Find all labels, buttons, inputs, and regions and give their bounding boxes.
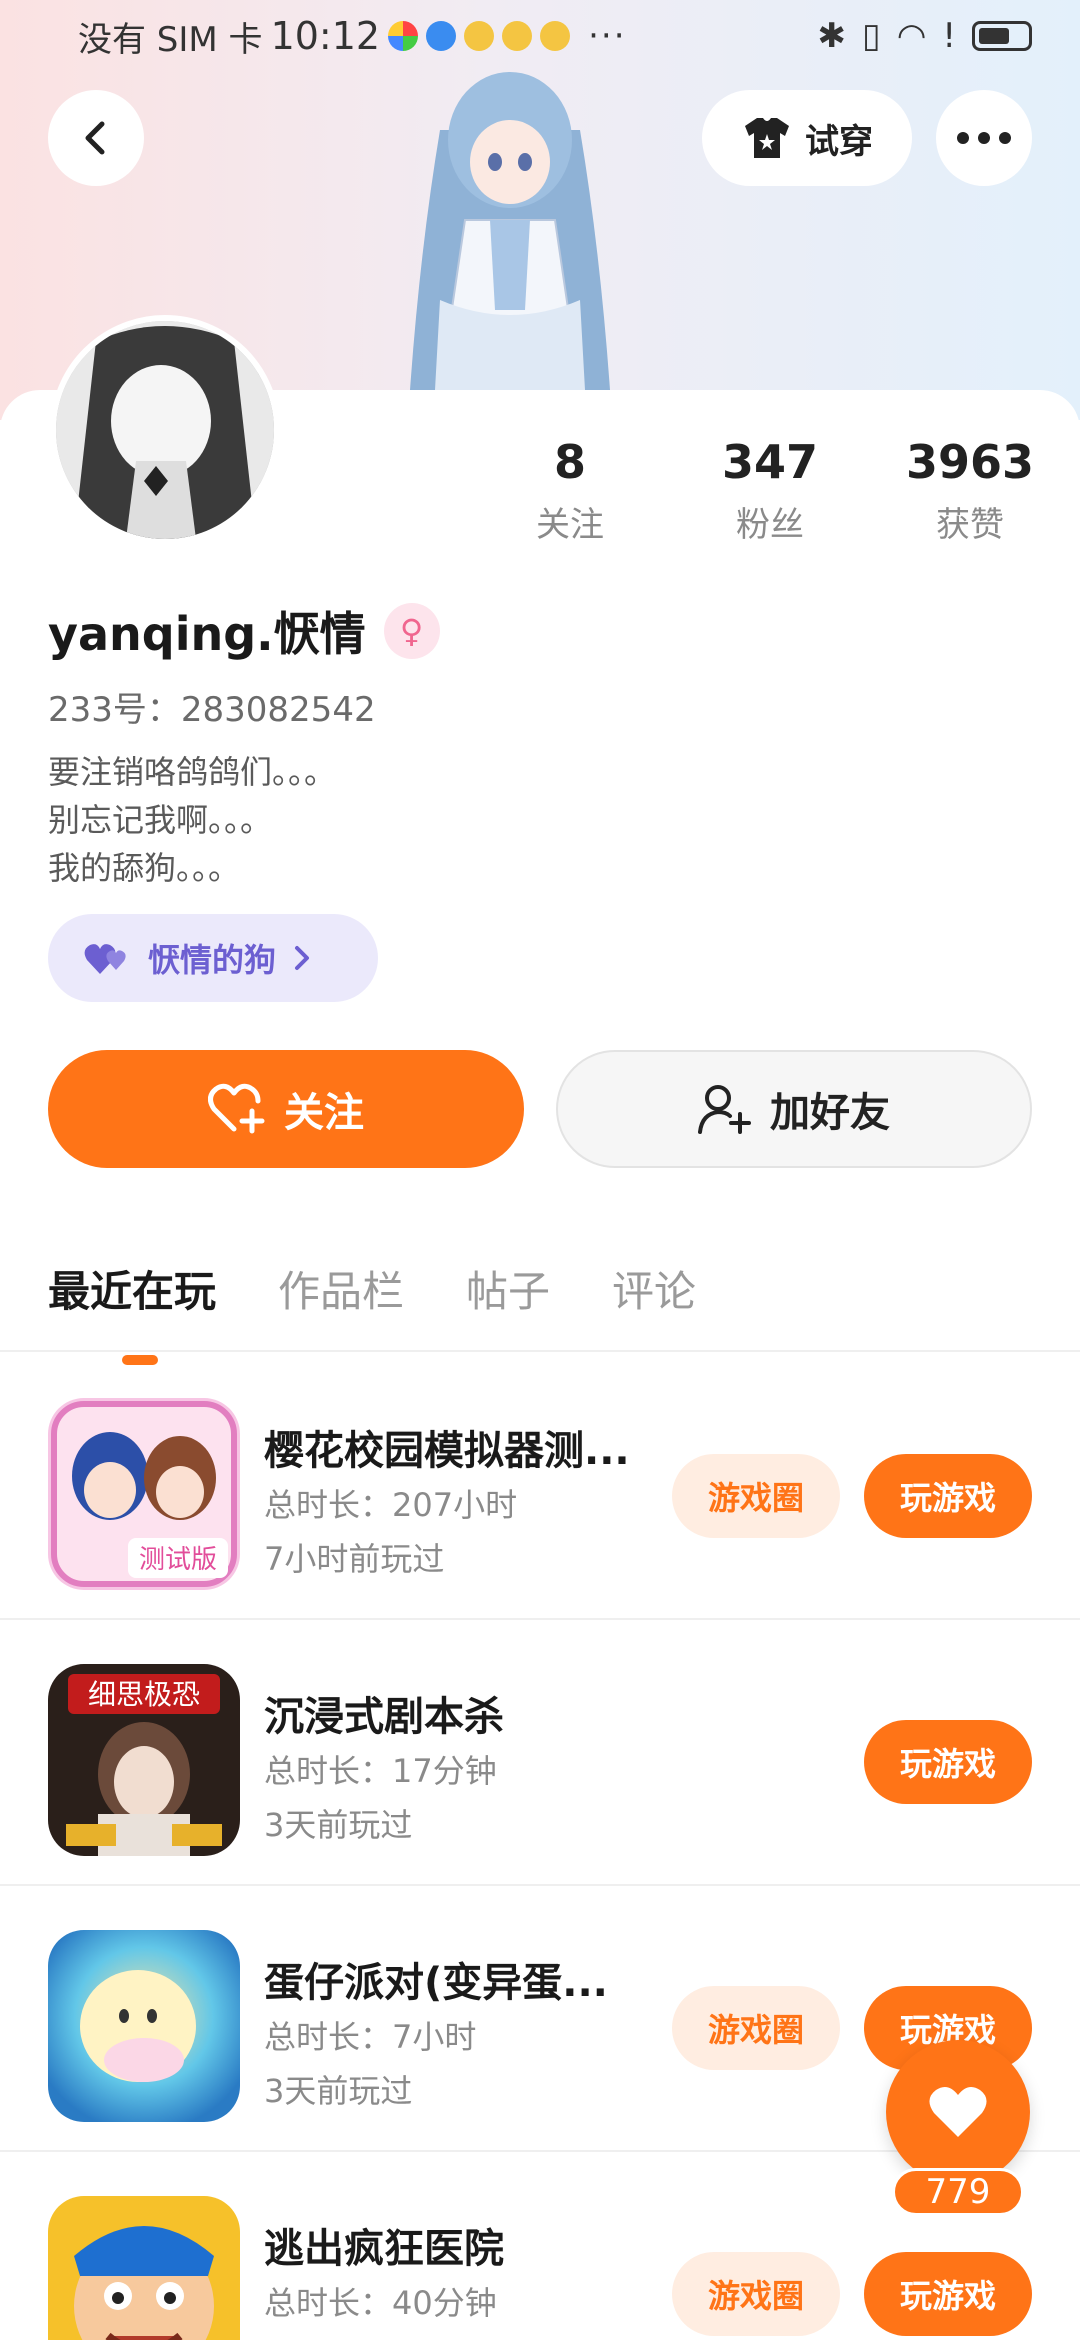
game-duration: 总时长：40分钟 [264, 2284, 497, 2322]
play-game-button[interactable]: 玩游戏 [864, 2252, 1032, 2336]
stat-label: 关注 [536, 505, 604, 545]
stat-followers[interactable]: 347 粉丝 [670, 435, 870, 546]
weibo-notification-icon [540, 21, 571, 51]
app-notification-icon [388, 21, 419, 51]
game-last-played: 3天前玩过 [264, 2072, 413, 2110]
fan-group-tag[interactable]: 恹情的狗 [48, 914, 378, 1002]
game-duration: 总时长：17分钟 [264, 1752, 497, 1790]
alert-icon: ! [942, 16, 956, 56]
try-on-label: 试穿 [805, 121, 873, 162]
game-title: 樱花校园模拟器测... [264, 1428, 630, 1474]
tab-works[interactable]: 作品栏 [278, 1258, 404, 1319]
more-dots-icon [957, 132, 1011, 144]
status-bar: 没有 SIM 卡 10:12 ··· ✱ ▯ ◠ ! [0, 0, 1080, 72]
game-last-played: 3天前玩过 [264, 1806, 413, 1844]
game-title: 逃出疯狂医院 [264, 2226, 504, 2272]
profile-bio: 要注销咯鸽鸽们。。。 别忘记我啊。。。 我的舔狗。。。 [48, 748, 336, 892]
game-row[interactable]: 测试版 樱花校园模拟器测... 总时长：207小时 7小时前玩过 游戏圈 玩游戏 [0, 1354, 1080, 1620]
profile-stats: 8 关注 347 粉丝 3963 获赞 [470, 435, 1070, 546]
follow-label: 关注 [284, 1090, 364, 1136]
character-avatar-illustration [410, 72, 610, 391]
try-on-button[interactable]: 试穿 [702, 90, 912, 186]
vibrate-icon: ▯ [861, 16, 881, 56]
floating-like-button[interactable] [886, 2040, 1030, 2184]
bio-line: 我的舔狗。。。 [48, 849, 241, 887]
carrier-text: 没有 SIM 卡 [78, 19, 263, 60]
username-row: yanqing.恹情 ♀ [48, 598, 440, 664]
avatar-illustration [56, 321, 274, 539]
chevron-right-icon [295, 946, 310, 970]
heart-plus-icon [208, 1083, 265, 1134]
weibo-notification-icon [502, 21, 533, 51]
account-id: 233号：283082542 [48, 690, 376, 730]
game-icon: 测试版 [48, 1398, 240, 1590]
stat-label: 获赞 [936, 505, 1004, 545]
weibo-notification-icon [464, 21, 495, 51]
game-duration: 总时长：207小时 [264, 1486, 518, 1524]
tab-comments[interactable]: 评论 [612, 1258, 696, 1319]
fan-group-label: 恹情的狗 [148, 941, 277, 979]
svg-text:细思极恐: 细思极恐 [88, 1678, 200, 1711]
clock-time: 10:12 [270, 14, 381, 58]
game-icon: 细思极恐 [48, 1664, 240, 1856]
svg-text:测试版: 测试版 [139, 1545, 217, 1575]
more-options-button[interactable] [936, 90, 1032, 186]
game-icon [48, 2196, 240, 2340]
user-avatar[interactable] [50, 315, 280, 545]
shirt-icon [745, 118, 789, 158]
battery-icon [972, 21, 1032, 51]
tabs-divider [0, 1350, 1080, 1352]
double-heart-icon [84, 944, 126, 974]
stat-value: 3963 [905, 435, 1035, 489]
game-duration: 总时长：7小时 [264, 2018, 477, 2056]
bluetooth-icon: ✱ [817, 16, 846, 56]
back-button[interactable] [48, 90, 144, 186]
play-game-button[interactable]: 玩游戏 [864, 1454, 1032, 1538]
play-game-button[interactable]: 玩游戏 [864, 1720, 1032, 1804]
game-row[interactable]: 细思极恐 沉浸式剧本杀 总时长：17分钟 3天前玩过 玩游戏 [0, 1620, 1080, 1886]
wifi-icon: ◠ [896, 16, 927, 56]
add-friend-label: 加好友 [770, 1090, 890, 1136]
username: yanqing.恹情 [48, 607, 366, 661]
browser-notification-icon [426, 21, 457, 51]
heart-icon [929, 2086, 987, 2137]
bio-line: 要注销咯鸽鸽们。。。 [48, 753, 337, 791]
bio-line: 别忘记我啊。。。 [48, 801, 273, 839]
game-title: 沉浸式剧本杀 [264, 1694, 504, 1740]
game-circle-button[interactable]: 游戏圈 [672, 1986, 840, 2070]
game-circle-button[interactable]: 游戏圈 [672, 2252, 840, 2336]
stat-following[interactable]: 8 关注 [470, 435, 670, 546]
game-title: 蛋仔派对(变异蛋... [264, 1960, 608, 2006]
add-user-icon [698, 1085, 751, 1134]
stat-label: 粉丝 [736, 505, 804, 545]
game-circle-button[interactable]: 游戏圈 [672, 1454, 840, 1538]
stat-likes[interactable]: 3963 获赞 [870, 435, 1070, 546]
stat-value: 8 [553, 435, 586, 489]
game-icon [48, 1930, 240, 2122]
add-friend-button[interactable]: 加好友 [556, 1050, 1032, 1168]
follow-button[interactable]: 关注 [48, 1050, 524, 1168]
female-gender-icon: ♀ [383, 603, 440, 659]
game-last-played: 7小时前玩过 [264, 1540, 445, 1578]
tab-posts[interactable]: 帖子 [466, 1258, 550, 1319]
profile-tabs: 最近在玩 作品栏 帖子 评论 [48, 1258, 696, 1365]
tab-recently-played[interactable]: 最近在玩 [48, 1258, 216, 1365]
chevron-left-icon [85, 121, 105, 155]
stat-value: 347 [721, 435, 819, 489]
more-notifications-icon: ··· [588, 16, 627, 56]
like-count-badge: 779 [892, 2168, 1024, 2216]
